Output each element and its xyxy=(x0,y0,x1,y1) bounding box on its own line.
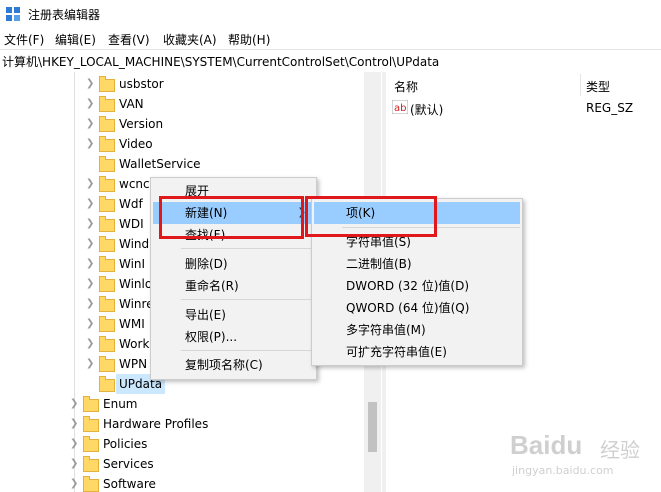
highlight-box-new xyxy=(159,196,304,239)
value-name: (默认) xyxy=(410,103,444,117)
highlight-box-key xyxy=(305,196,437,237)
folder-icon xyxy=(99,356,115,372)
chevron-right-icon[interactable]: ❯ xyxy=(86,338,94,350)
folder-icon xyxy=(99,136,115,152)
column-header-name[interactable]: 名称 xyxy=(394,78,418,95)
folder-icon xyxy=(99,276,115,292)
menu-view[interactable]: 查看(V) xyxy=(108,31,150,48)
folder-icon xyxy=(99,296,115,312)
chevron-right-icon[interactable]: ❯ xyxy=(86,198,94,210)
chevron-right-icon[interactable]: ❯ xyxy=(86,358,94,370)
folder-icon xyxy=(83,476,99,492)
tree-item[interactable]: ❯ Policies xyxy=(0,434,364,454)
menu-favorites[interactable]: 收藏夹(A) xyxy=(163,31,217,48)
chevron-right-icon[interactable]: ❯ xyxy=(70,438,78,450)
chevron-right-icon[interactable]: ❯ xyxy=(86,138,94,150)
tree-item[interactable]: ❯ Version xyxy=(0,114,364,134)
chevron-right-icon[interactable]: ❯ xyxy=(86,118,94,130)
string-value-icon: ab xyxy=(392,100,408,114)
tree-item[interactable]: ❯ Software xyxy=(0,474,364,492)
chevron-right-icon[interactable]: ❯ xyxy=(70,478,78,490)
watermark-brand: Baidu xyxy=(510,430,583,460)
tree-item[interactable]: ❯ Video xyxy=(0,134,364,154)
tree-item[interactable]: ❯ usbstor xyxy=(0,74,364,94)
folder-icon xyxy=(83,456,99,472)
folder-icon xyxy=(99,96,115,112)
address-bar[interactable]: 计算机\HKEY_LOCAL_MACHINE\SYSTEM\CurrentCon… xyxy=(0,49,661,73)
chevron-right-icon[interactable]: ❯ xyxy=(86,238,94,250)
folder-icon xyxy=(99,196,115,212)
scrollbar-thumb[interactable] xyxy=(368,402,377,452)
chevron-right-icon[interactable]: ❯ xyxy=(70,458,78,470)
chevron-right-icon[interactable]: ❯ xyxy=(70,398,78,410)
submenu-multi-string-value[interactable]: 多字符串值(M) xyxy=(346,319,426,341)
ctx-export[interactable]: 导出(E) xyxy=(185,304,226,326)
tree-item[interactable]: ❯ Services xyxy=(0,454,364,474)
tree-item[interactable]: WalletService xyxy=(0,154,364,174)
chevron-right-icon[interactable]: ❯ xyxy=(86,298,94,310)
submenu-binary-value[interactable]: 二进制值(B) xyxy=(346,253,412,275)
folder-icon xyxy=(99,76,115,92)
folder-icon xyxy=(99,216,115,232)
ctx-rename[interactable]: 重命名(R) xyxy=(185,275,239,297)
tree-item[interactable]: ❯ Hardware Profiles xyxy=(0,414,364,434)
folder-icon xyxy=(99,256,115,272)
ctx-delete[interactable]: 删除(D) xyxy=(185,253,228,275)
svg-text:ab: ab xyxy=(394,103,406,114)
folder-icon xyxy=(99,336,115,352)
chevron-right-icon[interactable]: ❯ xyxy=(86,218,94,230)
menu-bar: 文件(F) 编辑(E) 查看(V) 收藏夹(A) 帮助(H) xyxy=(0,29,661,49)
column-header-type[interactable]: 类型 xyxy=(586,78,610,95)
address-path[interactable]: 计算机\HKEY_LOCAL_MACHINE\SYSTEM\CurrentCon… xyxy=(2,53,439,70)
watermark-brand-cn: 经验 xyxy=(600,438,640,462)
value-type: REG_SZ xyxy=(586,101,634,115)
folder-icon xyxy=(99,376,115,392)
chevron-right-icon[interactable]: ❯ xyxy=(86,178,94,190)
chevron-right-icon[interactable]: ❯ xyxy=(86,318,94,330)
title-bar: 注册表编辑器 xyxy=(0,0,661,29)
column-divider[interactable] xyxy=(580,74,581,96)
folder-icon xyxy=(99,116,115,132)
folder-icon xyxy=(99,236,115,252)
chevron-right-icon[interactable]: ❯ xyxy=(86,78,94,90)
folder-icon xyxy=(99,156,115,172)
folder-icon xyxy=(83,396,99,412)
ctx-permissions[interactable]: 权限(P)... xyxy=(185,326,237,348)
submenu-dword-value[interactable]: DWORD (32 位)值(D) xyxy=(346,275,469,297)
watermark-url: jingyan.baidu.com xyxy=(512,464,614,477)
menu-file[interactable]: 文件(F) xyxy=(4,31,44,48)
folder-icon xyxy=(99,176,115,192)
folder-icon xyxy=(83,436,99,452)
submenu-qword-value[interactable]: QWORD (64 位)值(Q) xyxy=(346,297,469,319)
registry-editor-icon xyxy=(6,7,20,21)
menu-help[interactable]: 帮助(H) xyxy=(228,31,270,48)
ctx-copy-key-name[interactable]: 复制项名称(C) xyxy=(185,354,263,376)
chevron-right-icon[interactable]: ❯ xyxy=(86,98,94,110)
chevron-right-icon[interactable]: ❯ xyxy=(70,418,78,430)
tree-item[interactable]: ❯ VAN xyxy=(0,94,364,114)
folder-icon xyxy=(99,316,115,332)
menu-edit[interactable]: 编辑(E) xyxy=(55,31,96,48)
chevron-right-icon[interactable]: ❯ xyxy=(86,278,94,290)
value-row[interactable]: ab (默认) REG_SZ xyxy=(390,99,661,119)
tree-item[interactable]: ❯ Enum xyxy=(0,394,364,414)
window-title: 注册表编辑器 xyxy=(28,8,101,22)
baidu-watermark: Baidu 经验 jingyan.baidu.com xyxy=(510,430,650,485)
chevron-right-icon[interactable]: ❯ xyxy=(86,258,94,270)
submenu-expandable-string-value[interactable]: 可扩充字符串值(E) xyxy=(346,341,447,363)
folder-icon xyxy=(83,416,99,432)
